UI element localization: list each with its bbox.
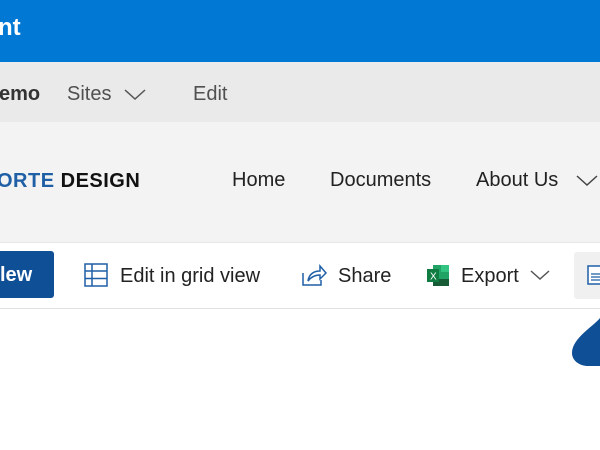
excel-icon: X <box>427 265 449 286</box>
view-options-button[interactable] <box>574 252 600 299</box>
new-button-label: lew <box>0 264 33 286</box>
grid-icon <box>84 263 108 287</box>
share-button[interactable]: Share <box>338 265 391 288</box>
export-button[interactable]: Export <box>461 265 519 288</box>
logo-part-1: ORTE <box>0 170 55 192</box>
logo-part-2: DESIGN <box>60 170 141 192</box>
svg-text:X: X <box>430 272 437 283</box>
hub-sites-menu[interactable]: Sites <box>67 83 111 106</box>
edit-in-grid-view-button[interactable]: Edit in grid view <box>120 265 260 288</box>
nav-home[interactable]: Home <box>232 169 285 192</box>
water-drop-icon <box>572 318 600 366</box>
chevron-down-icon[interactable] <box>576 175 598 187</box>
chevron-down-icon[interactable] <box>124 89 146 101</box>
document-icon <box>587 265 600 285</box>
nav-documents[interactable]: Documents <box>330 169 431 192</box>
hub-site-name[interactable]: emo <box>0 83 40 106</box>
app-title[interactable]: nt <box>0 14 21 42</box>
chevron-down-icon[interactable] <box>530 270 550 281</box>
share-icon <box>302 263 327 286</box>
suite-bar: nt <box>0 0 600 62</box>
nav-about-us[interactable]: About Us <box>476 169 558 192</box>
new-button[interactable]: lew <box>0 251 54 298</box>
site-logo[interactable]: ORTE DESIGN <box>0 170 140 193</box>
hub-edit-link[interactable]: Edit <box>193 83 227 106</box>
